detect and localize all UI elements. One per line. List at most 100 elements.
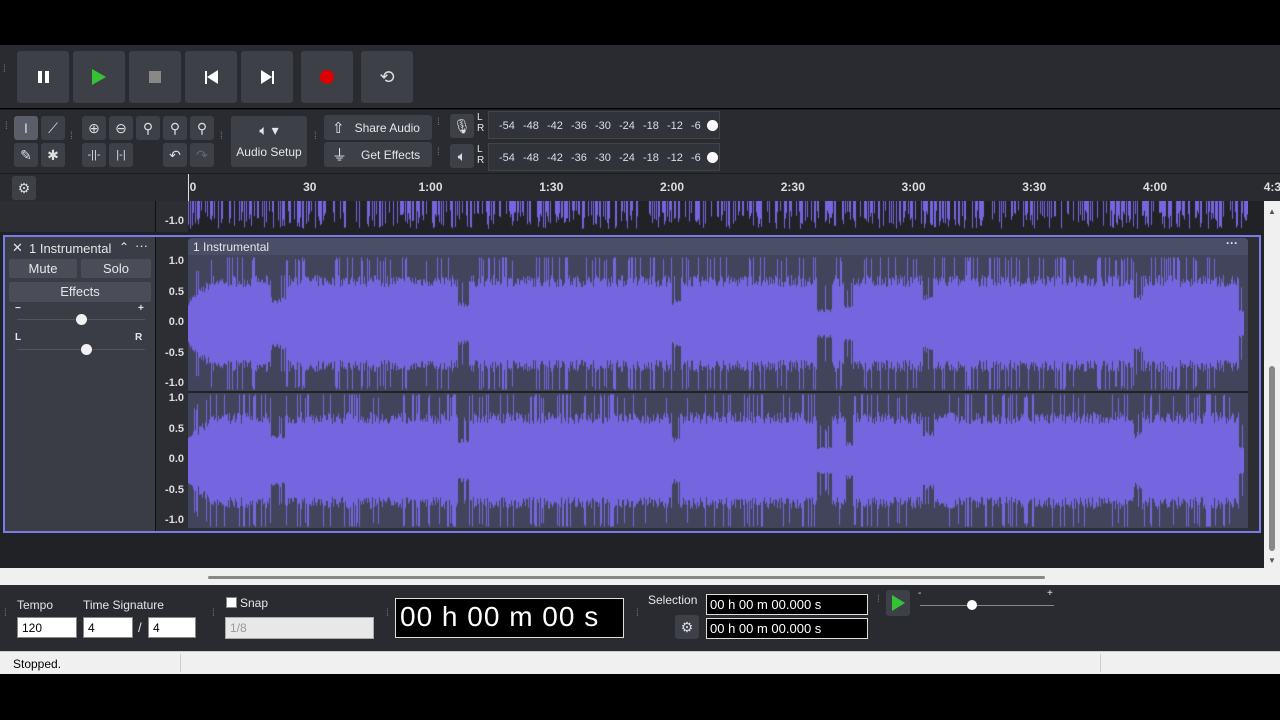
amplitude-label: 0.0 xyxy=(168,316,184,328)
play-speed-slider[interactable] xyxy=(920,600,1054,610)
play-channel-labels: LR xyxy=(477,144,485,166)
playback-meter-button[interactable]: 🔈︎ xyxy=(450,144,474,168)
selection-settings-button[interactable]: ⚙ xyxy=(675,615,699,639)
loop-button[interactable]: ⟲ xyxy=(361,51,413,103)
zoom-in-button[interactable]: ⊕ xyxy=(82,116,106,140)
selection-start[interactable]: 00 h 00 m 00.000 s xyxy=(706,594,868,615)
speaker-icon: 🔈︎ xyxy=(457,147,467,164)
play-at-speed-button[interactable] xyxy=(886,590,910,616)
meter-scale-label: -6 xyxy=(691,120,701,132)
draw-tool[interactable]: ✎ xyxy=(14,143,38,167)
horizontal-scrollbar[interactable] xyxy=(0,568,1280,585)
close-track-icon[interactable]: ✕ xyxy=(12,240,23,256)
time-signature-denominator[interactable] xyxy=(148,617,196,638)
toolbar-grip[interactable]: ⁞ xyxy=(70,132,76,142)
gain-plus-label: + xyxy=(138,303,144,314)
envelope-icon: ⟋ xyxy=(48,119,58,136)
stop-button[interactable] xyxy=(129,51,181,103)
meter-level-thumb[interactable] xyxy=(707,152,718,163)
silence-button[interactable]: |-| xyxy=(109,143,133,167)
skip-to-end-button[interactable] xyxy=(241,51,293,103)
playback-meter[interactable]: -54 -48 -42 -36 -30 -24 -18 -12 -6 xyxy=(488,143,720,171)
scroll-up-icon[interactable]: ▲ xyxy=(1268,207,1276,216)
tempo-input[interactable] xyxy=(17,617,77,638)
meter-scale-label: -6 xyxy=(691,152,701,164)
toolbar-grip[interactable]: ⁞ xyxy=(4,609,10,619)
track-name[interactable]: 1 Instrumental xyxy=(29,241,111,256)
amplitude-label: 1.0 xyxy=(168,392,184,404)
transport-toolbar: ⁞ ⟲ xyxy=(0,45,1280,108)
fit-project-icon: ⚲ xyxy=(169,119,181,136)
solo-button[interactable]: Solo xyxy=(81,259,151,278)
fit-project-button[interactable]: ⚲ xyxy=(163,116,187,140)
play-speed-thumb[interactable] xyxy=(966,600,977,610)
gear-icon: ⚙ xyxy=(17,179,31,196)
pan-slider-thumb[interactable] xyxy=(81,344,92,355)
audio-clip[interactable]: 1 Instrumental ··· xyxy=(188,236,1248,528)
play-icon xyxy=(92,69,106,85)
toolbar-grip[interactable]: ⁞ xyxy=(212,609,218,619)
get-effects-button[interactable]: ⏚ Get Effects xyxy=(324,142,432,167)
speaker-icon: 🔈︎ ▾ xyxy=(259,122,279,138)
envelope-tool[interactable]: ⟋ xyxy=(41,116,65,140)
track-menu-icon[interactable]: ··· xyxy=(135,238,148,253)
snap-dropdown[interactable]: 1/8 xyxy=(225,617,374,639)
effects-button[interactable]: Effects xyxy=(9,282,151,302)
toolbar-grip[interactable]: ⁞ xyxy=(3,65,9,75)
waveform-left-channel[interactable] xyxy=(188,256,1244,391)
horizontal-scroll-thumb[interactable] xyxy=(208,576,1045,579)
selection-end[interactable]: 00 h 00 m 00.000 s xyxy=(706,618,868,639)
zoom-toggle-button[interactable]: ⚲ xyxy=(190,116,214,140)
clip-header[interactable]: 1 Instrumental ··· xyxy=(188,236,1248,255)
scroll-down-icon[interactable]: ▼ xyxy=(1268,556,1276,565)
timeline-settings-button[interactable]: ⚙ xyxy=(12,176,36,200)
tools-toolbar: ⁞ I ⟋ ✎ ✱ ⁞ ⊕ ⊖ ⚲ ⚲ ⚲ -||- |-| ↶ ↷ ⁞ 🔈︎ … xyxy=(0,109,1280,173)
time-signature-numerator[interactable] xyxy=(83,617,133,638)
trim-button[interactable]: -||- xyxy=(82,143,106,167)
meter-scale-label: -54 xyxy=(499,152,515,164)
prev-track-waveform[interactable] xyxy=(188,201,1248,232)
multi-tool[interactable]: ✱ xyxy=(41,143,65,167)
record-button[interactable] xyxy=(301,51,353,103)
play-button[interactable] xyxy=(73,51,125,103)
fit-selection-button[interactable]: ⚲ xyxy=(136,116,160,140)
toolbar-grip[interactable]: ⁞ xyxy=(386,609,392,619)
waveform-right-channel[interactable] xyxy=(188,393,1244,528)
toolbar-grip[interactable]: ⁞ xyxy=(437,148,443,158)
zoom-out-button[interactable]: ⊖ xyxy=(109,116,133,140)
zoom-out-icon: ⊖ xyxy=(115,119,127,136)
gain-slider[interactable] xyxy=(17,314,145,325)
record-meter-button[interactable]: 🎙︎ xyxy=(450,114,474,138)
vertical-scroll-thumb[interactable] xyxy=(1269,366,1275,551)
track-control-panel[interactable]: ✕ 1 Instrumental ⌃ ··· Mute Solo Effects… xyxy=(5,237,155,531)
prev-track-scale: -1.0 xyxy=(155,201,188,232)
gear-icon: ⚙ xyxy=(680,618,694,635)
selection-tool[interactable]: I xyxy=(14,116,38,140)
ruler-tick-label: 2:30 xyxy=(780,180,805,194)
gain-slider-thumb[interactable] xyxy=(76,314,87,325)
meter-level-thumb[interactable] xyxy=(707,120,718,131)
amplitude-scale: 1.0 0.5 0.0 -0.5 -1.0 1.0 0.5 0.0 -0.5 -1.0 xyxy=(155,237,188,531)
clip-menu-icon[interactable]: ··· xyxy=(1226,236,1238,250)
skip-to-start-button[interactable] xyxy=(185,51,237,103)
undo-button[interactable]: ↶ xyxy=(163,143,187,167)
redo-button[interactable]: ↷ xyxy=(190,143,214,167)
toolbar-grip[interactable]: ⁞ xyxy=(220,132,226,142)
audio-setup-button[interactable]: 🔈︎ ▾ Audio Setup xyxy=(231,116,307,167)
snap-checkbox[interactable] xyxy=(226,597,237,608)
toolbar-grip[interactable]: ⁞ xyxy=(877,595,883,605)
time-display[interactable]: 00 h 00 m 00 s xyxy=(395,598,624,638)
pause-button[interactable] xyxy=(17,51,69,103)
toolbar-grip[interactable]: ⁞ xyxy=(314,132,320,142)
timeline-ruler[interactable]: ⚙ 0 30 1:00 1:30 2:00 2:30 3:00 3:30 4:00 4:30 xyxy=(0,173,1280,202)
mute-button[interactable]: Mute xyxy=(9,259,77,278)
vertical-scrollbar[interactable]: ▲ ▼ xyxy=(1264,201,1280,568)
toolbar-grip[interactable]: ⁞ xyxy=(5,122,11,132)
toolbar-grip[interactable]: ⁞ xyxy=(437,118,443,128)
collapse-track-icon[interactable]: ⌃ xyxy=(119,240,129,254)
share-audio-button[interactable]: ⇧ Share Audio xyxy=(324,115,432,140)
toolbar-grip[interactable]: ⁞ xyxy=(636,609,642,619)
pan-slider[interactable] xyxy=(17,344,145,355)
speed-plus-label: + xyxy=(1047,588,1053,599)
record-meter[interactable]: -54 -48 -42 -36 -30 -24 -18 -12 -6 xyxy=(488,111,720,139)
